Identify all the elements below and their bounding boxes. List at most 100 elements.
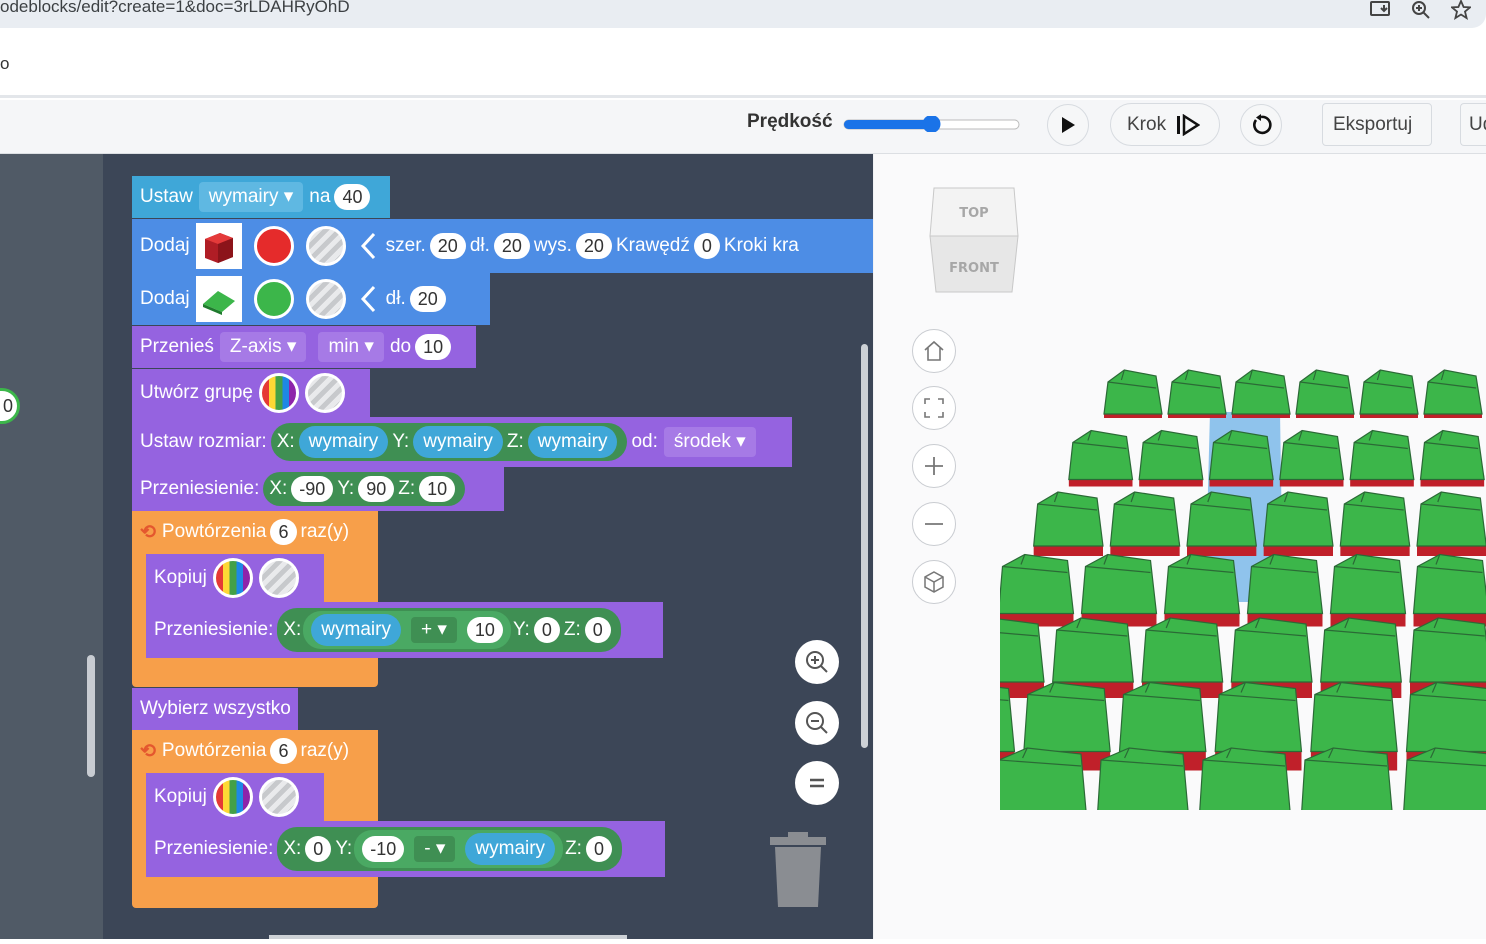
- mode-dropdown[interactable]: min ▾: [318, 332, 383, 362]
- y-number[interactable]: -10: [362, 836, 404, 862]
- partial-button[interactable]: Ud: [1460, 103, 1486, 146]
- house-model: [1034, 492, 1103, 556]
- width-value[interactable]: 20: [430, 233, 466, 259]
- hole-toggle[interactable]: [306, 279, 346, 319]
- variable-dropdown[interactable]: wymairy ▾: [199, 182, 304, 212]
- house-model: [1000, 748, 1087, 810]
- repeat-count[interactable]: 6: [270, 519, 296, 545]
- bookmark-item[interactable]: o: [0, 54, 9, 74]
- x-variable[interactable]: wymairy: [311, 614, 401, 646]
- speed-slider[interactable]: [843, 116, 1020, 132]
- hole-toggle[interactable]: [305, 373, 345, 413]
- workspace-scrollbar[interactable]: [861, 344, 868, 748]
- set-size-block[interactable]: Ustaw rozmiar: X: wymairy Y: wymairy Z: …: [132, 417, 792, 467]
- multicolor-swatch[interactable]: [259, 373, 299, 413]
- address-bar[interactable]: odeblocks/edit?create=1&doc=3rLDAHRyOhD: [0, 0, 1486, 28]
- y-variable[interactable]: wymairy: [465, 833, 555, 865]
- house-model: [1187, 492, 1256, 556]
- fit-view-button[interactable]: [912, 386, 956, 430]
- y-label: Y:: [335, 838, 352, 860]
- z-value[interactable]: 0: [585, 617, 611, 643]
- trash-icon[interactable]: [768, 831, 828, 914]
- multicolor-swatch[interactable]: [213, 558, 253, 598]
- view-cube-top-label[interactable]: TOP: [959, 206, 988, 221]
- zoom-in-button[interactable]: [795, 640, 839, 684]
- x-number[interactable]: 10: [467, 617, 503, 643]
- set-variable-block[interactable]: Ustaw wymairy ▾ na 40: [132, 176, 390, 218]
- bookmarks-bar: o: [0, 36, 1486, 98]
- z-value[interactable]: 0: [586, 836, 612, 862]
- reset-button[interactable]: [1240, 104, 1282, 146]
- move-value[interactable]: 10: [415, 334, 451, 360]
- house-model: [1000, 555, 1074, 627]
- repeat-count[interactable]: 6: [270, 738, 296, 764]
- translate-block[interactable]: Przeniesienie: X: -90 Y: 90 Z: 10: [132, 467, 504, 511]
- view-zoom-in-button[interactable]: [912, 444, 956, 488]
- y-variable[interactable]: wymairy: [413, 426, 503, 458]
- view-zoom-out-button[interactable]: [912, 502, 956, 546]
- x-variable[interactable]: wymairy: [299, 426, 389, 458]
- edge-value[interactable]: 0: [694, 233, 720, 259]
- bookmark-star-icon[interactable]: [1450, 0, 1472, 20]
- z-value[interactable]: 10: [419, 476, 455, 502]
- y-value[interactable]: 90: [358, 476, 394, 502]
- hole-toggle[interactable]: [259, 558, 299, 598]
- x-value[interactable]: 0: [305, 836, 331, 862]
- house-model: [1232, 370, 1290, 418]
- translate-block-2[interactable]: Przeniesienie: X: 0 Y: -10 - ▾ wymairy Z…: [146, 821, 665, 877]
- height-value[interactable]: 20: [576, 233, 612, 259]
- collapse-arrow-icon[interactable]: [356, 284, 382, 314]
- step-button[interactable]: Krok: [1110, 103, 1220, 146]
- group-label: Utwórz grupę: [140, 382, 253, 404]
- install-app-icon[interactable]: [1370, 0, 1392, 20]
- perspective-button[interactable]: [912, 560, 956, 604]
- y-label: Y:: [392, 431, 409, 453]
- workspace-hscrollbar[interactable]: [269, 935, 627, 939]
- collapse-arrow-icon[interactable]: [356, 231, 382, 261]
- roof-shape-icon[interactable]: [196, 276, 242, 322]
- copy-block-2[interactable]: Kopiuj: [146, 773, 324, 821]
- zoom-icon[interactable]: [1410, 0, 1432, 20]
- operator-dropdown[interactable]: + ▾: [411, 617, 457, 643]
- house-grid-scene: [1000, 340, 1486, 810]
- zoom-out-button[interactable]: [795, 701, 839, 745]
- translate-block-1[interactable]: Przeniesienie: X: wymairy + ▾ 10 Y: 0 Z:…: [146, 602, 663, 658]
- repeat-header-1[interactable]: ⟲ Powtórzenia 6 raz(y): [132, 511, 378, 553]
- to-label: na: [309, 186, 330, 208]
- set-value[interactable]: 40: [334, 184, 370, 210]
- box-shape-icon[interactable]: [196, 223, 242, 269]
- copy-label: Kopiuj: [154, 567, 207, 589]
- house-model: [1403, 748, 1486, 810]
- copy-block-1[interactable]: Kopiuj: [146, 554, 324, 602]
- block-palette-strip[interactable]: [0, 154, 103, 939]
- operator-value: -: [424, 838, 430, 859]
- axis-dropdown[interactable]: Z-axis ▾: [220, 332, 307, 362]
- repeat-header-2[interactable]: ⟲ Powtórzenia 6 raz(y): [132, 730, 378, 772]
- reset-zoom-button[interactable]: [795, 761, 839, 805]
- add-box-block[interactable]: Dodaj szer. 20 dł. 20 wys. 20 Krawędź 0 …: [132, 219, 873, 273]
- add-roof-block[interactable]: Dodaj dł. 20: [132, 273, 490, 325]
- create-group-block[interactable]: Utwórz grupę: [132, 369, 370, 417]
- view-cube-front-label[interactable]: FRONT: [949, 261, 999, 276]
- y-value[interactable]: 0: [534, 617, 560, 643]
- operator-dropdown[interactable]: - ▾: [414, 836, 455, 862]
- home-view-button[interactable]: [912, 329, 956, 373]
- palette-scrollbar[interactable]: [87, 655, 95, 777]
- url-text[interactable]: odeblocks/edit?create=1&doc=3rLDAHRyOhD: [0, 0, 350, 17]
- length-value[interactable]: 20: [410, 286, 446, 312]
- anchor-dropdown[interactable]: środek ▾: [664, 427, 756, 457]
- z-variable[interactable]: wymairy: [528, 426, 618, 458]
- export-button[interactable]: Eksportuj: [1322, 103, 1432, 146]
- play-button[interactable]: [1047, 104, 1089, 146]
- multicolor-swatch[interactable]: [213, 777, 253, 817]
- length-value[interactable]: 20: [494, 233, 530, 259]
- select-all-block[interactable]: Wybierz wszystko: [132, 688, 298, 730]
- play-icon: [1059, 116, 1077, 134]
- hole-toggle[interactable]: [306, 226, 346, 266]
- view-cube[interactable]: TOP FRONT: [928, 186, 1020, 299]
- color-red-swatch[interactable]: [254, 226, 294, 266]
- color-green-swatch[interactable]: [254, 279, 294, 319]
- hole-toggle[interactable]: [259, 777, 299, 817]
- move-block[interactable]: Przenieś Z-axis ▾ min ▾ do 10: [132, 326, 476, 368]
- x-value[interactable]: -90: [291, 476, 333, 502]
